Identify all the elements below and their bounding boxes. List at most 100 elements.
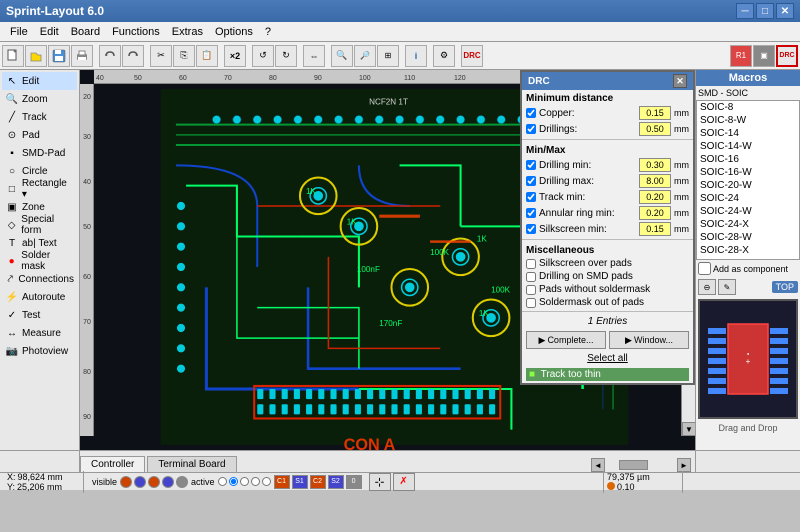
maximize-button[interactable]: □ — [756, 3, 774, 19]
macro-soic24[interactable]: SOIC-24 — [697, 192, 799, 205]
tool-special[interactable]: ◇ Special form — [2, 216, 77, 234]
drc-trackmin-checkbox[interactable] — [526, 192, 536, 202]
drc-silkmin-checkbox[interactable] — [526, 224, 536, 234]
layer-c2-btn[interactable]: C2 — [310, 475, 326, 489]
menu-board[interactable]: Board — [65, 24, 106, 40]
menu-functions[interactable]: Functions — [106, 24, 166, 40]
save-button[interactable] — [48, 45, 70, 67]
mirror-button[interactable]: ⇔ — [303, 45, 325, 67]
macro-soic14[interactable]: SOIC-14 — [697, 127, 799, 140]
zoom-out-button[interactable]: 🔎 — [354, 45, 376, 67]
rotate-ccw-button[interactable]: ↺ — [252, 45, 274, 67]
zoom-fit-button[interactable]: ⊞ — [377, 45, 399, 67]
layer-c1-btn[interactable]: C1 — [274, 475, 290, 489]
drc-drillings-value[interactable]: 0.50 — [639, 122, 671, 136]
macro-btn1[interactable]: ⊖ — [698, 279, 716, 295]
macro-soic14w[interactable]: SOIC-14-W — [697, 140, 799, 153]
drc-annular-checkbox[interactable] — [526, 208, 536, 218]
r2-button[interactable]: ▣ — [753, 45, 775, 67]
tool-zoom[interactable]: 🔍 Zoom — [2, 90, 77, 108]
tool-rectangle[interactable]: □ Rectangle ▾ — [2, 180, 77, 198]
menu-extras[interactable]: Extras — [166, 24, 209, 40]
drc-select-all[interactable]: Select all — [522, 351, 693, 366]
ratsnest-icon[interactable]: ⊹ — [369, 473, 391, 491]
macro-soic16[interactable]: SOIC-16 — [697, 153, 799, 166]
rotate-cw-button[interactable]: ↻ — [275, 45, 297, 67]
r1-button[interactable]: R1 — [730, 45, 752, 67]
macro-btn2[interactable]: ✎ — [718, 279, 736, 295]
tool-autoroute[interactable]: ⚡ Autoroute — [2, 288, 77, 306]
minimize-button[interactable]: ─ — [736, 3, 754, 19]
layer-0-btn[interactable]: 0 — [346, 475, 362, 489]
error-icon[interactable]: ✗ — [393, 473, 415, 491]
menu-edit[interactable]: Edit — [34, 24, 65, 40]
macro-soic24x[interactable]: SOIC-24-X — [697, 218, 799, 231]
info-button[interactable]: i — [405, 45, 427, 67]
menu-options[interactable]: Options — [209, 24, 259, 40]
zoom-in-button[interactable]: 🔍 — [331, 45, 353, 67]
tab-controller[interactable]: Controller — [80, 456, 145, 472]
macro-soic28w[interactable]: SOIC-28-W — [697, 231, 799, 244]
macro-soic8w[interactable]: SOIC-8-W — [697, 114, 799, 127]
drc-right-button[interactable]: DRC — [776, 45, 798, 67]
drc-complete-button[interactable]: ▶ Complete... — [526, 331, 606, 349]
drc-button[interactable]: DRC — [461, 45, 483, 67]
macro-soic24w[interactable]: SOIC-24-W — [697, 205, 799, 218]
tool-measure[interactable]: ↔ Measure — [2, 324, 77, 342]
drc-copper-checkbox[interactable] — [526, 108, 536, 118]
tool-track[interactable]: ╱ Track — [2, 108, 77, 126]
drc-window-button[interactable]: ▶ Window... — [609, 331, 689, 349]
redo-button[interactable] — [122, 45, 144, 67]
drc-close-button[interactable]: ✕ — [673, 74, 687, 88]
layer-s1-radio[interactable] — [229, 477, 238, 486]
tool-solder[interactable]: ● Solder mask — [2, 252, 77, 270]
pcb-canvas-area[interactable]: 40 50 60 70 80 90 100 110 120 20 30 40 5… — [80, 70, 695, 450]
drc-drillmax-checkbox[interactable] — [526, 176, 536, 186]
h-scroll-thumb[interactable] — [619, 460, 648, 470]
drc-drillsmd-checkbox[interactable] — [526, 272, 536, 282]
macro-layer-btn[interactable]: TOP — [772, 281, 798, 293]
tool-smd-pad[interactable]: ▪ SMD-Pad — [2, 144, 77, 162]
add-as-component-checkbox[interactable] — [698, 262, 711, 275]
close-button[interactable]: ✕ — [776, 3, 794, 19]
macro-soic20w[interactable]: SOIC-20-W — [697, 179, 799, 192]
undo-button[interactable] — [99, 45, 121, 67]
drc-trackmin-value[interactable]: 0.20 — [639, 190, 671, 204]
drc-annular-value[interactable]: 0.20 — [639, 206, 671, 220]
drc-drillmax-value[interactable]: 8.00 — [639, 174, 671, 188]
drc-drillmin-value[interactable]: 0.30 — [639, 158, 671, 172]
print-button[interactable] — [71, 45, 93, 67]
open-button[interactable] — [25, 45, 47, 67]
menu-file[interactable]: File — [4, 24, 34, 40]
tool-pad[interactable]: ⊙ Pad — [2, 126, 77, 144]
copy-button[interactable]: ⎘ — [173, 45, 195, 67]
cut-button[interactable]: ✂ — [150, 45, 172, 67]
layer-0-radio[interactable] — [262, 477, 271, 486]
drc-copper-value[interactable]: 0.15 — [639, 106, 671, 120]
h-scroll-track[interactable] — [605, 460, 677, 470]
drc-silkpads-checkbox[interactable] — [526, 259, 536, 269]
drc-result-item[interactable]: ■ Track too thin — [526, 368, 689, 381]
drc-padssolder-checkbox[interactable] — [526, 285, 536, 295]
menu-help[interactable]: ? — [259, 24, 277, 40]
drc-drillings-checkbox[interactable] — [526, 124, 536, 134]
layer-c2-radio[interactable] — [240, 477, 249, 486]
layer-s1-btn[interactable]: S1 — [292, 475, 308, 489]
drc-silkmin-value[interactable]: 0.15 — [639, 222, 671, 236]
tool-edit[interactable]: ↖ Edit — [2, 72, 77, 90]
layer-s2-btn[interactable]: S2 — [328, 475, 344, 489]
settings-button[interactable]: ⚙ — [433, 45, 455, 67]
tool-connections[interactable]: ⤤ Connections — [2, 270, 77, 288]
macro-soic16w[interactable]: SOIC-16-W — [697, 166, 799, 179]
new-button[interactable] — [2, 45, 24, 67]
macro-soic28x[interactable]: SOIC-28-X — [697, 244, 799, 257]
layer-s2-radio[interactable] — [251, 477, 260, 486]
tab-terminal-board[interactable]: Terminal Board — [147, 456, 236, 472]
tool-photoview[interactable]: 📷 Photoview — [2, 342, 77, 360]
macro-soic8[interactable]: SOIC-8 — [697, 101, 799, 114]
paste-button[interactable]: 📋 — [196, 45, 218, 67]
macros-list[interactable]: SOIC-8 SOIC-8-W SOIC-14 SOIC-14-W SOIC-1… — [696, 100, 800, 260]
drc-drillmin-checkbox[interactable] — [526, 160, 536, 170]
layer-c1-radio[interactable] — [218, 477, 227, 486]
tool-test[interactable]: ✓ Test — [2, 306, 77, 324]
